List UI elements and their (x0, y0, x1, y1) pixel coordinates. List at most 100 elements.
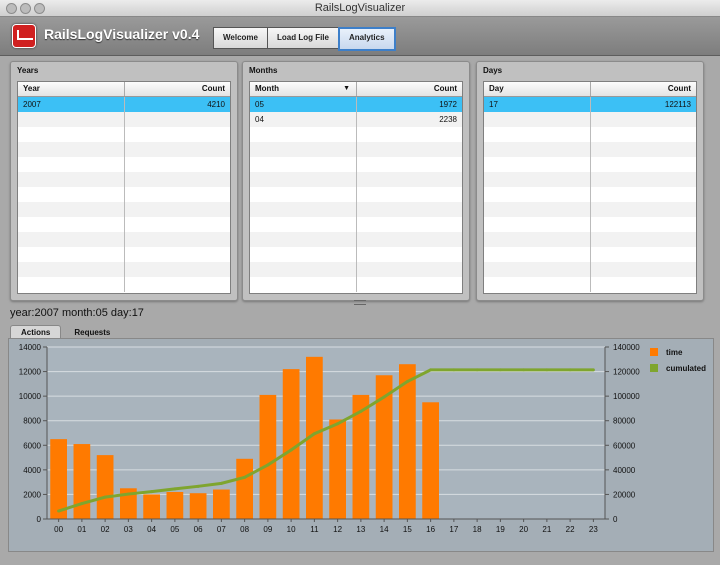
days-empty-row (484, 142, 696, 157)
point-cumulated-18 (475, 368, 479, 372)
point-cumulated-23 (591, 368, 595, 372)
years-cell-count (125, 202, 230, 217)
minimize-window-button[interactable] (20, 3, 31, 14)
days-cell-key (484, 262, 591, 277)
years-col-count-header[interactable]: Count (125, 82, 230, 96)
years-cell-key (18, 127, 125, 142)
days-cell-key (484, 112, 591, 127)
x-axis-tick-label: 15 (403, 525, 412, 534)
x-axis-tick-label: 03 (124, 525, 133, 534)
months-cell-key: 04 (250, 112, 357, 127)
x-axis-tick-label: 19 (496, 525, 505, 534)
months-cell-count (357, 262, 462, 277)
tab-requests[interactable]: Requests (63, 325, 121, 339)
days-cell-key (484, 232, 591, 247)
app-title: RailsLogVisualizer v0.4 (44, 26, 200, 42)
months-cell-key: 05 (250, 97, 357, 112)
days-empty-row (484, 187, 696, 202)
chart-area: 0 2000 4000 6000 8000 10000 12000 14000 0 20000 40… (8, 338, 714, 552)
years-empty-row (18, 247, 230, 262)
years-col-year-header[interactable]: Year (18, 82, 125, 96)
months-cell-count (357, 172, 462, 187)
months-empty-row (250, 157, 462, 172)
point-cumulated-03 (126, 492, 130, 496)
point-cumulated-00 (57, 509, 61, 513)
months-col-month-header[interactable]: Month ▼ (250, 82, 357, 96)
point-cumulated-06 (196, 484, 200, 488)
left-axis-tick-label: 8000 (23, 417, 41, 426)
months-empty-row (250, 247, 462, 262)
zoom-window-button[interactable] (34, 3, 45, 14)
months-table-row[interactable]: 04 2238 (250, 112, 462, 127)
years-table-row[interactable]: 2007 4210 (18, 97, 230, 112)
days-col-day-header[interactable]: Day (484, 82, 591, 96)
bar-09 (259, 394, 277, 519)
days-cell-key (484, 217, 591, 232)
bar-00 (50, 439, 67, 519)
right-axis-tick-label: 40000 (613, 466, 636, 475)
years-empty-row (18, 127, 230, 142)
days-cell-count (591, 232, 696, 247)
left-axis-tick-label: 6000 (23, 441, 41, 450)
days-col-count-header[interactable]: Count (591, 82, 696, 96)
months-panel: Months Month ▼ Count 05 1972 04 2238 (242, 61, 470, 301)
point-cumulated-09 (266, 463, 270, 467)
legend-swatch-time (650, 348, 658, 356)
tab-actions[interactable]: Actions (10, 325, 62, 339)
days-rows: 17 122113 (484, 97, 696, 292)
years-cell-key (18, 142, 125, 157)
bar-16 (422, 402, 439, 519)
days-table-row[interactable]: 17 122113 (484, 97, 696, 112)
nav-welcome-button[interactable]: Welcome (213, 27, 268, 49)
split-pane-handle[interactable] (354, 300, 366, 305)
years-empty-row (18, 142, 230, 157)
legend-label-time: time (666, 347, 683, 357)
days-empty-row (484, 172, 696, 187)
years-cell-key: 2007 (18, 97, 125, 112)
x-axis-tick-label: 09 (263, 525, 272, 534)
months-cell-key (250, 277, 357, 292)
months-col-count-header[interactable]: Count (357, 82, 462, 96)
days-panel: Days Day Count 17 122113 (476, 61, 704, 301)
months-cell-count (357, 127, 462, 142)
days-cell-key (484, 202, 591, 217)
right-axis-tick-label: 100000 (613, 392, 640, 401)
months-table-row[interactable]: 05 1972 (250, 97, 462, 112)
days-cell-key (484, 187, 591, 202)
actions-chart: 0200040006000800010000120001400002000040… (19, 343, 640, 534)
point-cumulated-17 (452, 368, 456, 372)
window-title: RailsLogVisualizer (314, 2, 406, 14)
months-cell-count: 2238 (439, 115, 457, 124)
days-cell-key (484, 142, 591, 157)
x-axis-tick-label: 04 (147, 525, 156, 534)
years-empty-row (18, 112, 230, 127)
x-axis-tick-label: 07 (217, 525, 226, 534)
days-empty-row (484, 262, 696, 277)
x-axis-tick-label: 12 (333, 525, 342, 534)
point-cumulated-08 (243, 475, 247, 479)
days-empty-row (484, 112, 696, 127)
months-col-month-label: Month (255, 84, 279, 93)
years-empty-row (18, 277, 230, 292)
months-empty-row (250, 217, 462, 232)
months-empty-row (250, 202, 462, 217)
x-axis-tick-label: 16 (426, 525, 435, 534)
years-empty-row (18, 187, 230, 202)
nav-analytics-button[interactable]: Analytics (337, 27, 396, 51)
months-cell-count: 1972 (439, 100, 457, 109)
close-window-button[interactable] (6, 3, 17, 14)
days-cell-count (591, 247, 696, 262)
point-cumulated-21 (545, 368, 549, 372)
years-table[interactable]: Year Count 2007 4210 (17, 81, 231, 294)
point-cumulated-02 (103, 495, 107, 499)
days-table[interactable]: Day Count 17 122113 (483, 81, 697, 294)
x-axis-tick-label: 13 (356, 525, 365, 534)
months-table[interactable]: Month ▼ Count 05 1972 04 2238 (249, 81, 463, 294)
years-cell-count (125, 217, 230, 232)
years-empty-row (18, 172, 230, 187)
nav-load-log-file-button[interactable]: Load Log File (266, 27, 339, 49)
app-toolbar: RailsLogVisualizer v0.4 Welcome Load Log… (0, 17, 720, 56)
right-axis-tick-label: 80000 (613, 417, 636, 426)
legend-swatch-cumulated (650, 364, 658, 372)
days-cell-count (591, 142, 696, 157)
